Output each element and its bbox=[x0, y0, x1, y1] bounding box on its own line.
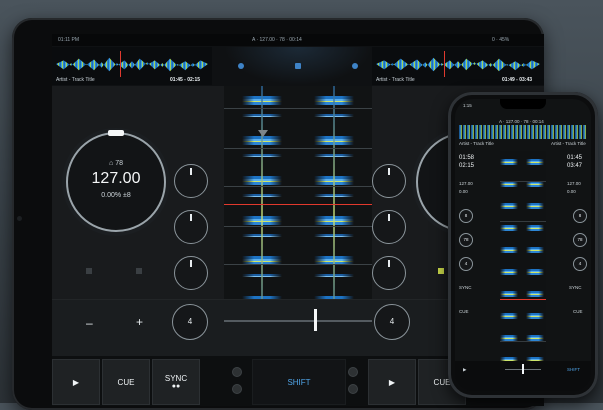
ipad-camera bbox=[17, 216, 22, 221]
iphone-sync-button[interactable]: SYNC bbox=[459, 285, 472, 290]
deck-b-play-button[interactable]: ▶ bbox=[368, 359, 416, 405]
crossfader-handle[interactable] bbox=[314, 309, 317, 331]
iphone-playhead-line bbox=[500, 299, 546, 300]
iphone-grid-line bbox=[500, 341, 546, 342]
iphone-notch bbox=[500, 99, 546, 109]
iphone-left-pitch: 0.00 bbox=[459, 189, 468, 194]
deck-b-eq-low-knob[interactable] bbox=[372, 256, 406, 290]
deck-a-eq-low-knob[interactable] bbox=[174, 256, 208, 290]
beat-grid-line bbox=[224, 148, 372, 149]
iphone-right-knob[interactable]: 8 bbox=[573, 209, 587, 223]
deck-a-waveform bbox=[56, 57, 208, 72]
iphone-deck-a-lane bbox=[500, 151, 518, 365]
status-battery: 0 · 45% bbox=[492, 37, 510, 43]
iphone-left-bpm: 127.00 bbox=[459, 181, 473, 186]
iphone-cue-button[interactable]: CUE bbox=[459, 309, 469, 314]
iphone-screen: 1:15 A · 127.00 · 78 · 00:14 Artist - Tr… bbox=[455, 99, 591, 391]
iphone-right-track: Artist - Track Title bbox=[551, 141, 586, 146]
beat-grid-line bbox=[224, 226, 372, 227]
status-center-readout: A · 127.00 · 78 · 00:14 bbox=[252, 37, 302, 43]
cue-marker-icon bbox=[258, 130, 268, 137]
deck-b-time: 01:49 - 03:43 bbox=[502, 77, 533, 83]
fx-icon[interactable] bbox=[238, 63, 244, 69]
iphone-overview-waveforms[interactable] bbox=[459, 125, 587, 139]
iphone-crossfader-handle[interactable] bbox=[522, 364, 524, 374]
iphone-right-beatjump-knob[interactable]: 4 bbox=[573, 257, 587, 271]
iphone-left-beatjump-knob[interactable]: 4 bbox=[459, 257, 473, 271]
crossfader-track bbox=[224, 320, 372, 322]
beat-grid-line bbox=[224, 264, 372, 265]
iphone-left-time: 01:58 bbox=[459, 155, 475, 161]
pitch-plus-button[interactable]: + bbox=[136, 315, 143, 329]
iphone-main-waveform[interactable] bbox=[500, 151, 546, 365]
iphone-play-left-icon[interactable]: ▶ bbox=[463, 367, 466, 373]
iphone-shift-button[interactable]: SHIFT bbox=[567, 367, 580, 372]
iphone-deck-b-lane bbox=[526, 151, 544, 365]
deck-a-pitch: 0.00% ±8 bbox=[101, 192, 131, 199]
deck-b-pad-icon[interactable] bbox=[348, 367, 358, 377]
iphone-right-time: 01:45 bbox=[567, 155, 583, 161]
status-bar: 01:11 PM A · 127.00 · 78 · 00:14 0 · 45% bbox=[52, 34, 544, 46]
deck-a-track-title: Artist - Track Title bbox=[56, 77, 95, 83]
iphone-header-readout: A · 127.00 · 78 · 00:14 bbox=[499, 119, 544, 124]
deck-b-overview-waveform[interactable]: Artist - Track Title 01:49 - 03:43 bbox=[372, 47, 544, 85]
deck-b-waveform bbox=[376, 57, 540, 72]
sync-label: SYNC bbox=[164, 374, 188, 383]
iphone-right-remain: 03:47 bbox=[567, 163, 583, 169]
iphone-left-key-knob[interactable]: 78 bbox=[459, 233, 473, 247]
deck-a-jog-wheel[interactable]: ⌂ 78 127.00 0.00% ±8 bbox=[66, 130, 166, 232]
sync-dots-icon: ●● bbox=[171, 383, 181, 390]
deck-a-key-row: ⌂ 78 bbox=[68, 160, 164, 167]
iphone-clock: 1:15 bbox=[463, 103, 472, 108]
deck-a-cue-button[interactable]: CUE bbox=[102, 359, 150, 405]
settings-icon[interactable] bbox=[352, 63, 358, 69]
deck-a-beatjump-knob[interactable]: 4 bbox=[172, 304, 208, 340]
deck-b-eq-mid-knob[interactable] bbox=[372, 210, 406, 244]
deck-a-eq-high-knob[interactable] bbox=[174, 164, 208, 198]
deck-a-jog-marker bbox=[108, 130, 124, 136]
deck-b-pad-icon[interactable] bbox=[348, 384, 358, 394]
pitch-minus-button[interactable]: – bbox=[86, 316, 93, 330]
mixer-icon[interactable] bbox=[295, 63, 301, 69]
iphone-right-cue-button[interactable]: CUE bbox=[573, 309, 583, 314]
iphone-left-remain: 02:15 bbox=[459, 163, 475, 169]
iphone-right-sync-button[interactable]: SYNC bbox=[569, 285, 582, 290]
deck-a-fx-icon[interactable] bbox=[136, 268, 142, 274]
iphone-right-bpm: 127.00 bbox=[567, 181, 581, 186]
home-icon: ⌂ bbox=[109, 160, 114, 167]
deck-a-play-button[interactable]: ▶ bbox=[52, 359, 100, 405]
deck-a-key: 78 bbox=[115, 160, 123, 167]
mixer-header bbox=[224, 47, 372, 85]
iphone-left-knob[interactable]: 8 bbox=[459, 209, 473, 223]
iphone-right-key-knob[interactable]: 78 bbox=[573, 233, 587, 247]
deck-a-pad-icon[interactable] bbox=[232, 367, 242, 377]
deck-a-bpm: 127.00 bbox=[91, 170, 141, 187]
deck-b-playhead bbox=[444, 51, 445, 77]
iphone-grid-line bbox=[500, 181, 546, 182]
status-time: 01:11 PM bbox=[58, 37, 80, 43]
iphone-grid-line bbox=[500, 221, 546, 222]
deck-a-playhead bbox=[120, 51, 121, 77]
deck-a-pad-icon[interactable] bbox=[232, 384, 242, 394]
deck-b-eq-high-knob[interactable] bbox=[372, 164, 406, 198]
deck-a-loop-icon[interactable] bbox=[86, 268, 92, 274]
center-playhead-line bbox=[224, 204, 372, 205]
iphone-left-track: Artist - Track Title bbox=[459, 141, 494, 146]
shift-button[interactable]: SHIFT bbox=[252, 359, 346, 405]
beat-grid-line bbox=[224, 186, 372, 187]
deck-b-track-title: Artist - Track Title bbox=[376, 77, 415, 83]
deck-b-beatjump-knob[interactable]: 4 bbox=[374, 304, 410, 340]
deck-a-eq-mid-knob[interactable] bbox=[174, 210, 208, 244]
deck-a-time: 01:45 - 02:15 bbox=[170, 77, 201, 83]
beat-grid-line bbox=[224, 108, 372, 109]
iphone-right-pitch: 0.00 bbox=[567, 189, 576, 194]
deck-a-sync-button[interactable]: SYNC ●● bbox=[152, 359, 200, 405]
deck-a-overview-waveform[interactable]: Artist - Track Title 01:45 - 02:15 bbox=[52, 47, 212, 85]
deck-b-loop-icon[interactable] bbox=[438, 268, 444, 274]
